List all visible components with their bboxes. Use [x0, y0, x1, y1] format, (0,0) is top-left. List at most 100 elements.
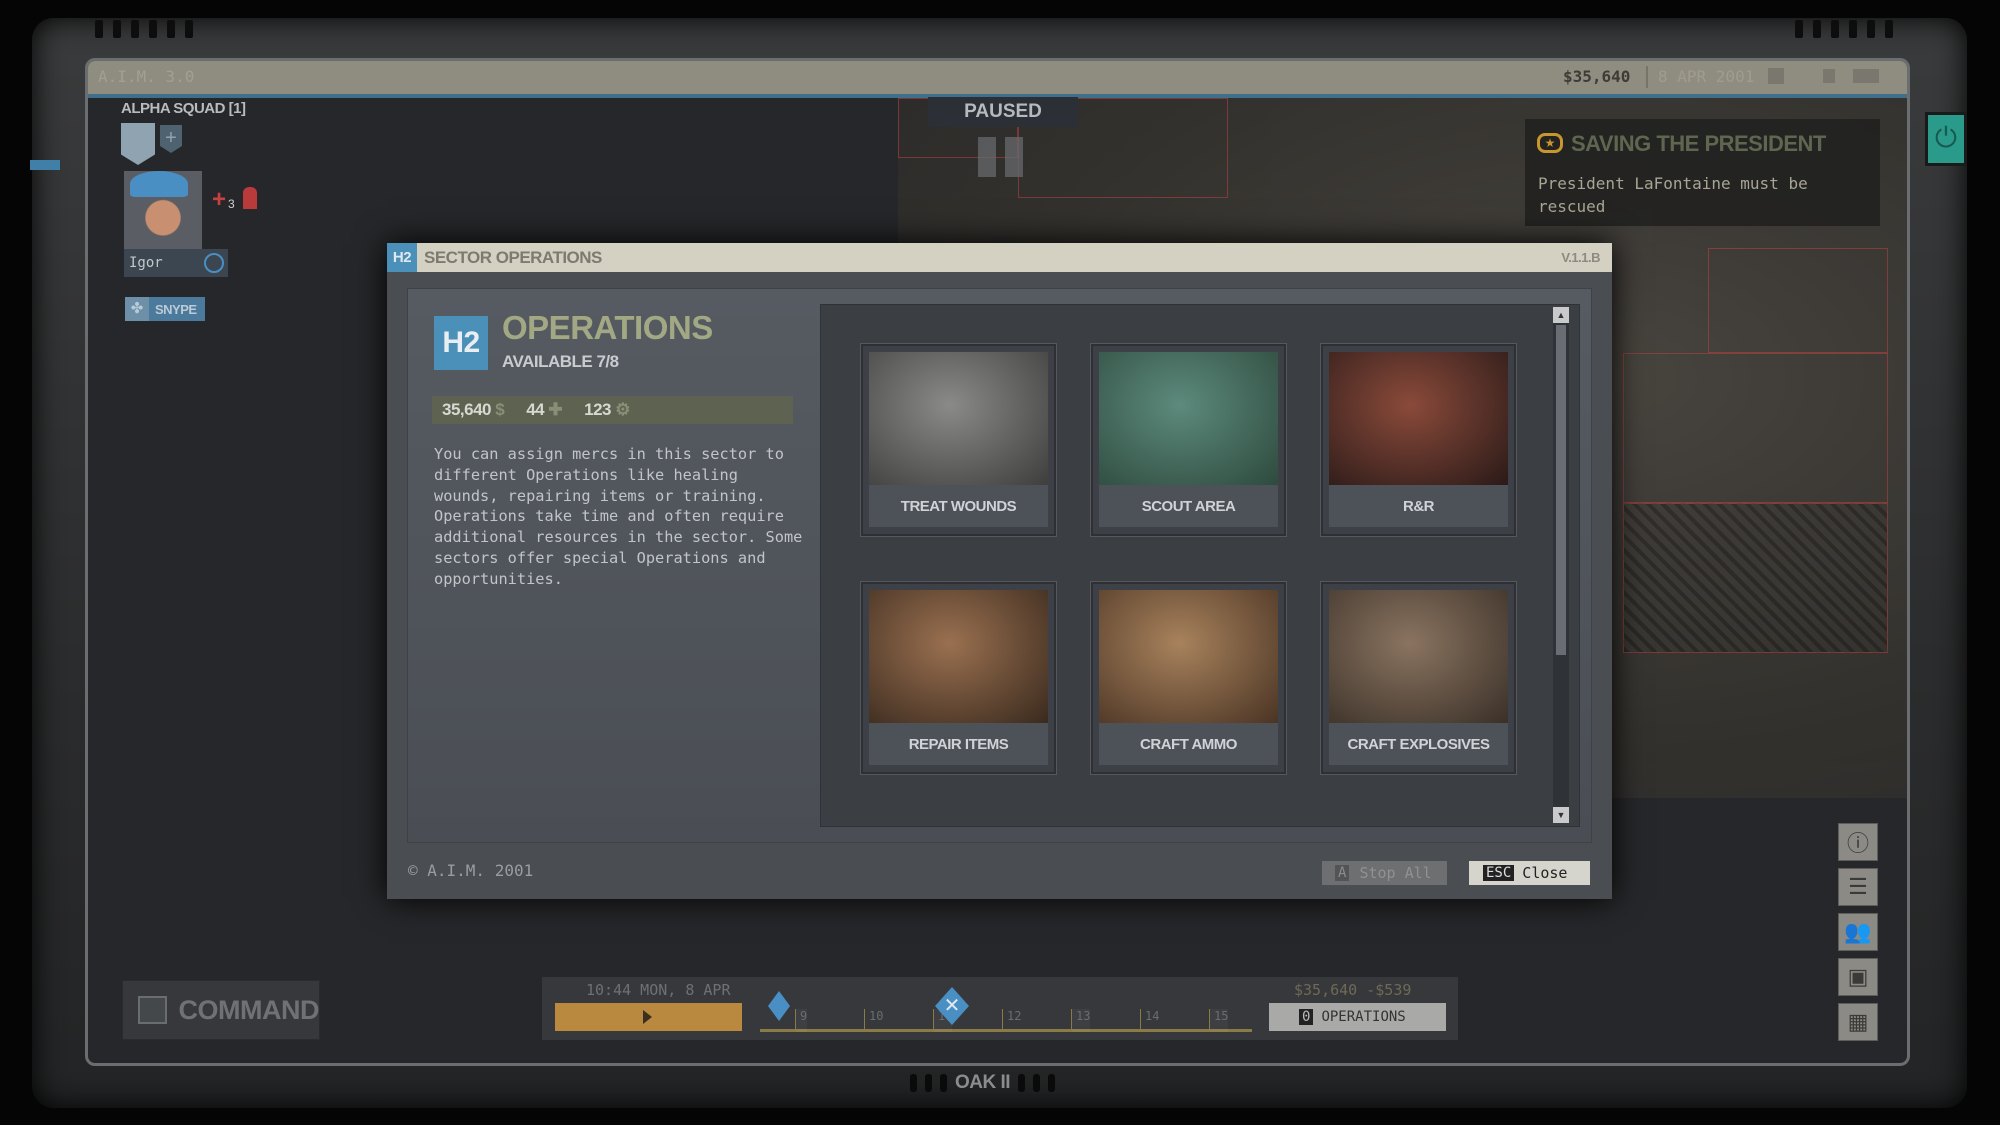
vent [149, 20, 157, 38]
vent [1849, 20, 1857, 38]
operation-image [1329, 590, 1508, 723]
meds-icon: ✚ [548, 400, 563, 419]
sector-badge: H2 [434, 316, 488, 370]
operation-card[interactable]: SCOUT AREA [1091, 344, 1286, 536]
operations-count: 0 [1299, 1009, 1314, 1025]
operation-label: CRAFT EXPLOSIVES [1329, 723, 1508, 765]
timeline-hour: 15 [1209, 1009, 1229, 1032]
operation-label: R&R [1329, 485, 1508, 527]
operations-grid: ▲ ▼ TREAT WOUNDS SCOUT AREA R&R REPAIR ITEM… [820, 304, 1580, 827]
timeline-hour: 13 [1071, 1009, 1091, 1032]
close-button[interactable]: ESC Close [1469, 861, 1590, 885]
version-label: V.1.1.B [1561, 250, 1600, 265]
tired-icon [243, 187, 257, 209]
scrollbar[interactable]: ▲ ▼ [1553, 307, 1569, 823]
available-count: AVAILABLE 7/8 [502, 352, 619, 371]
vent [167, 20, 175, 38]
operations-description: You can assign mercs in this sector to d… [434, 445, 803, 588]
add-squad-icon[interactable]: + [160, 125, 182, 153]
info-icon[interactable]: ⓘ [1838, 823, 1878, 861]
pause-icon[interactable] [978, 137, 996, 177]
operation-image [1099, 590, 1278, 723]
snype-label: SNYPE [155, 301, 197, 317]
battery-icon [1853, 69, 1879, 83]
personnel-icon[interactable]: ▣ [1838, 958, 1878, 996]
timeline-hour: 14 [1140, 1009, 1159, 1032]
play-icon [643, 1010, 652, 1024]
app-label: A.I.M. 3.0 [98, 67, 195, 86]
merc-name: Igor [129, 255, 163, 271]
wound-icon: + [212, 186, 227, 213]
command-icon [138, 996, 167, 1024]
merc-portrait[interactable] [124, 171, 202, 249]
mercs-icon[interactable]: 👥 [1838, 913, 1878, 951]
signal-icon [1823, 69, 1843, 83]
dialog-title: SECTOR OPERATIONS [424, 248, 602, 267]
operation-label: TREAT WOUNDS [869, 485, 1048, 527]
timeline-bar: 10:44 MON, 8 APR 9101112131415 ✕ $35,640… [542, 977, 1458, 1040]
timeline-hour: 9 [795, 1009, 808, 1032]
dialog-title-bar: H2 SECTOR OPERATIONS V.1.1.B [387, 243, 1612, 272]
squad-badge-icon[interactable] [121, 123, 155, 165]
resource-bar: 35,640 $ 44 ✚ 123 ⚙ [432, 396, 793, 424]
stop-all-label: Stop All [1359, 864, 1432, 882]
money-display: $35,640 [1563, 67, 1631, 86]
objective-panel[interactable]: ★ SAVING THE PRESIDENT President LaFonta… [1525, 119, 1880, 226]
operation-label: REPAIR ITEMS [869, 723, 1048, 765]
operation-image [869, 590, 1048, 723]
vent [113, 20, 121, 38]
operations-panel: H2 OPERATIONS AVAILABLE 7/8 35,640 $ 44 … [407, 288, 1592, 843]
vent [1795, 20, 1803, 38]
copyright: © A.I.M. 2001 [408, 861, 534, 880]
scroll-up-arrow[interactable]: ▲ [1553, 307, 1569, 323]
objective-star-icon: ★ [1537, 133, 1563, 153]
parts-value: 123 [584, 400, 611, 419]
notes-icon[interactable]: ☰ [1838, 868, 1878, 906]
objective-title: SAVING THE PRESIDENT [1571, 131, 1826, 156]
operations-heading: OPERATIONS [502, 309, 713, 346]
command-button[interactable]: COMMAND [122, 980, 320, 1040]
key-hint: ESC [1483, 865, 1515, 881]
operations-label: OPERATIONS [1321, 1009, 1406, 1025]
inventory-icon[interactable]: ▦ [1838, 1003, 1878, 1041]
vent [95, 20, 103, 38]
operation-label: CRAFT AMMO [1099, 723, 1278, 765]
operation-card[interactable]: CRAFT AMMO [1091, 582, 1286, 774]
date-display: 8 APR 2001 [1658, 67, 1755, 86]
wound-count: 3 [228, 197, 235, 211]
sector-tag: H2 [387, 243, 417, 272]
stopwatch-icon [204, 253, 224, 273]
stop-all-button[interactable]: A Stop All [1322, 861, 1447, 885]
operation-image [869, 352, 1048, 485]
operation-card[interactable]: REPAIR ITEMS [861, 582, 1056, 774]
operation-card[interactable]: TREAT WOUNDS [861, 344, 1056, 536]
parts-icon: ⚙ [615, 400, 630, 419]
squad-name[interactable]: ALPHA SQUAD [1] [121, 100, 246, 117]
top-bar: A.I.M. 3.0 $35,640 8 APR 2001 [88, 61, 1907, 94]
timeline-hour: 10 [864, 1009, 883, 1032]
scroll-down-arrow[interactable]: ▼ [1553, 807, 1569, 823]
device-label: OAK II [955, 1072, 1011, 1093]
meds-value: 44 [526, 400, 545, 419]
command-label: COMMAND [178, 994, 320, 1025]
vent [1813, 20, 1821, 38]
money-value: 35,640 [442, 400, 492, 419]
key-hint: A [1335, 865, 1350, 881]
power-button[interactable]: ⏻ [1925, 112, 1967, 166]
snype-button[interactable]: ✤ SNYPE [125, 297, 205, 321]
objective-text: President LaFontaine must be rescued [1538, 174, 1808, 216]
operations-button[interactable]: 0 OPERATIONS [1269, 1003, 1446, 1031]
operation-image [1099, 352, 1278, 485]
timeline-track[interactable]: 9101112131415 [760, 987, 1252, 1032]
timeline-money: $35,640 -$539 [1294, 981, 1412, 999]
operation-card[interactable]: CRAFT EXPLOSIVES [1321, 582, 1516, 774]
dollar-icon: $ [495, 400, 505, 419]
merc-nameplate[interactable]: Igor [124, 249, 228, 277]
close-label: Close [1522, 864, 1568, 882]
play-button[interactable] [555, 1003, 742, 1031]
sector-operations-dialog: H2 SECTOR OPERATIONS V.1.1.B H2 OPERATIO… [387, 243, 1612, 899]
operation-card[interactable]: R&R [1321, 344, 1516, 536]
scrollbar-thumb[interactable] [1556, 325, 1566, 655]
operation-label: SCOUT AREA [1099, 485, 1278, 527]
calendar-icon[interactable] [1768, 68, 1784, 84]
